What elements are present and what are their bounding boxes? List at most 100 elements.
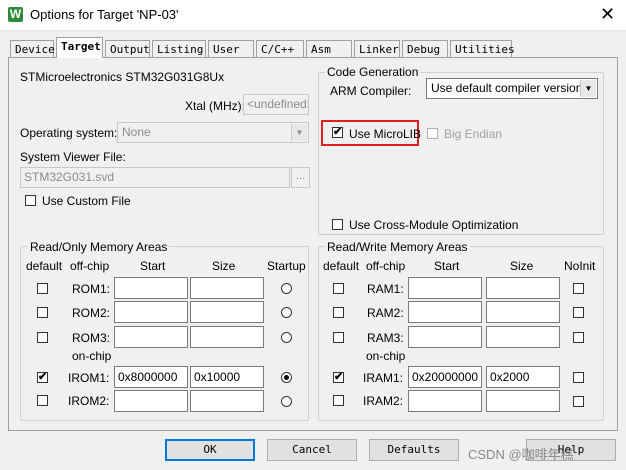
rom2-start-field[interactable] [114,301,188,323]
svd-browse-button[interactable]: ... [291,167,310,188]
iram1-noinit-checkbox[interactable] [573,372,584,383]
tab-linker[interactable]: Linker [354,40,400,57]
irom2-startup-radio[interactable] [281,396,292,407]
tab-cc[interactable]: C/C++ [256,40,304,57]
ro-default-checkbox[interactable] [37,283,48,294]
close-icon[interactable]: ✕ [600,4,615,24]
xtal-field[interactable]: <undefined> [243,94,309,115]
rom3-label: ROM3: [72,331,111,345]
ram3-size-field[interactable] [486,326,560,348]
arm-compiler-select[interactable]: Use default compiler version 5 ▼ [426,78,598,99]
iram2-label: IRAM2: [363,394,404,408]
os-select-value: None [122,125,151,139]
ro-memory-legend: Read/Only Memory Areas [28,240,170,254]
rw-header-offchip: off-chip [366,259,406,273]
ro-default-checkbox[interactable]: ✔ [37,372,48,383]
ro-default-checkbox[interactable] [37,395,48,406]
ram1-noinit-checkbox[interactable] [573,283,584,294]
ram2-noinit-checkbox[interactable] [573,307,584,318]
ram2-start-field[interactable] [408,301,482,323]
rom1-size-field[interactable] [190,277,264,299]
tab-listing[interactable]: Listing [152,40,206,57]
ram2-size-field[interactable] [486,301,560,323]
arm-compiler-label: ARM Compiler: [330,84,412,98]
ok-button[interactable]: OK [165,439,255,461]
ram1-size-field[interactable] [486,277,560,299]
ro-header-default: default [26,259,63,273]
ro-header-offchip: off-chip [70,259,110,273]
rom1-startup-radio[interactable] [281,283,292,294]
rom3-size-field[interactable] [190,326,264,348]
rom3-startup-radio[interactable] [281,332,292,343]
rw-header-size: Size [510,259,534,273]
ram3-label: RAM3: [367,331,404,345]
arm-compiler-value: Use default compiler version 5 [431,81,593,95]
iram2-start-field[interactable] [408,390,482,412]
svd-label: System Viewer File: [20,150,126,164]
irom2-start-field[interactable] [114,390,188,412]
tab-output[interactable]: Output [105,40,150,57]
use-custom-file-checkbox[interactable] [25,195,36,206]
rw-header-start: Start [434,259,460,273]
rw-onchip-label: on-chip [366,349,406,363]
ram1-label: RAM1: [367,282,404,296]
cancel-button[interactable]: Cancel [267,439,357,461]
rw-default-checkbox[interactable] [333,332,344,343]
irom2-label: IROM2: [68,394,110,408]
iram1-label: IRAM1: [363,371,404,385]
rw-memory-legend: Read/Write Memory Areas [325,240,470,254]
ro-default-checkbox[interactable] [37,332,48,343]
tab-target[interactable]: Target [56,37,103,58]
os-select[interactable]: None ▼ [117,122,309,143]
ram3-start-field[interactable] [408,326,482,348]
ram2-label: RAM2: [367,306,404,320]
rw-default-checkbox[interactable] [333,307,344,318]
ro-header-start: Start [140,259,166,273]
code-generation-legend: Code Generation [325,65,421,79]
tab-user[interactable]: User [208,40,254,57]
irom1-start-field[interactable]: 0x8000000 [114,366,188,388]
svd-field[interactable]: STM32G031.svd [20,167,290,188]
iram2-size-field[interactable] [486,390,560,412]
cross-module-checkbox[interactable] [332,219,343,230]
rom3-start-field[interactable] [114,326,188,348]
iram1-size-field[interactable]: 0x2000 [486,366,560,388]
use-microlib-checkbox[interactable]: ✔ [332,127,343,138]
big-endian-checkbox[interactable] [427,128,438,139]
rom2-startup-radio[interactable] [281,307,292,318]
tab-debug[interactable]: Debug [402,40,448,57]
iram1-start-field[interactable]: 0x20000000 [408,366,482,388]
app-icon: W [8,7,23,22]
chevron-down-icon: ▼ [580,80,596,97]
irom1-size-field[interactable]: 0x10000 [190,366,264,388]
rom2-size-field[interactable] [190,301,264,323]
rom2-label: ROM2: [72,306,111,320]
chevron-down-icon: ▼ [291,124,307,141]
use-custom-file-label: Use Custom File [42,194,131,208]
rom1-start-field[interactable] [114,277,188,299]
irom2-size-field[interactable] [190,390,264,412]
rw-header-noinit: NoInit [564,259,596,273]
rw-default-checkbox[interactable] [333,283,344,294]
big-endian-label: Big Endian [444,127,503,141]
ro-header-size: Size [212,259,236,273]
ram1-start-field[interactable] [408,277,482,299]
xtal-label: Xtal (MHz): [185,99,245,113]
rw-default-checkbox[interactable] [333,395,344,406]
rom1-label: ROM1: [72,282,111,296]
use-microlib-label: Use MicroLIB [349,127,422,141]
rw-default-checkbox[interactable]: ✔ [333,372,344,383]
iram2-noinit-checkbox[interactable] [573,396,584,407]
tab-asm[interactable]: Asm [306,40,352,57]
ro-onchip-label: on-chip [72,349,112,363]
tab-device[interactable]: Device [10,40,55,57]
ro-header-startup: Startup [267,259,306,273]
irom1-startup-radio[interactable] [281,372,292,383]
device-name: STMicroelectronics STM32G031G8Ux [20,70,225,84]
ro-default-checkbox[interactable] [37,307,48,318]
irom1-label: IROM1: [68,371,110,385]
tab-utilities[interactable]: Utilities [450,40,515,57]
watermark: CSDN @咖啡年糕 [468,447,574,462]
ram3-noinit-checkbox[interactable] [573,332,584,343]
defaults-button[interactable]: Defaults [369,439,459,461]
